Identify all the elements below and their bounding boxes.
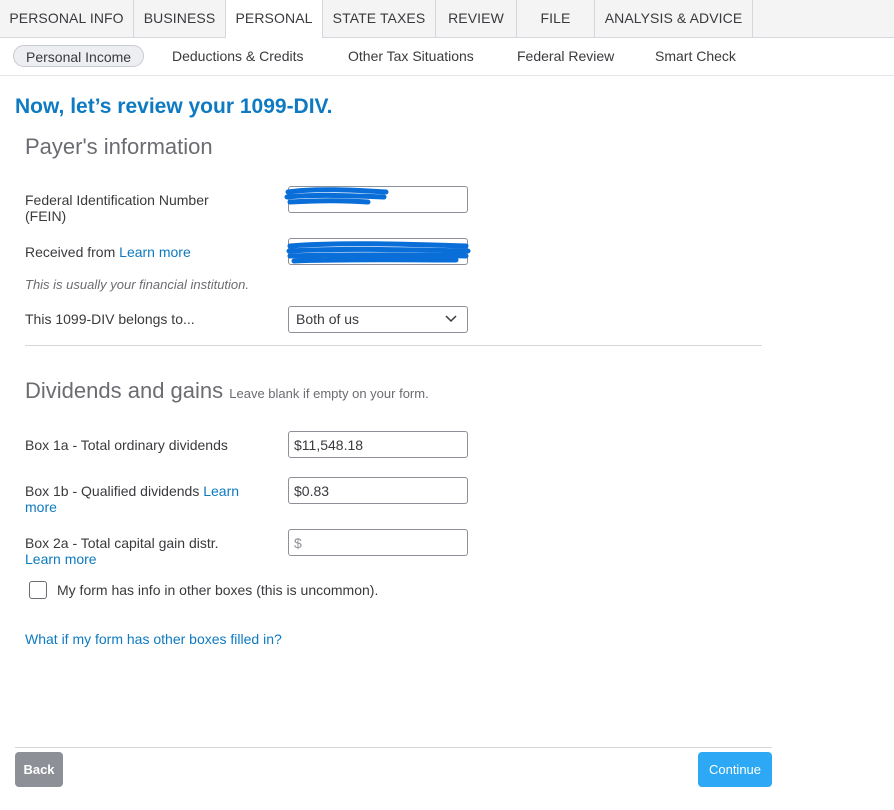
top-navigation: PERSONAL INFO BUSINESS PERSONAL STATE TA… [0, 0, 894, 38]
chevron-down-icon [445, 315, 457, 323]
box2a-learn-more-link[interactable]: Learn more [25, 551, 219, 567]
fein-label: Federal Identification Number (FEIN) [25, 192, 209, 224]
other-boxes-checkbox[interactable] [29, 581, 47, 599]
box1b-learn-more-link-continued[interactable]: more [25, 499, 275, 515]
box2a-input[interactable] [288, 529, 468, 556]
tab-analysis-advice[interactable]: ANALYSIS & ADVICE [595, 0, 753, 37]
fein-input[interactable] [288, 186, 468, 213]
received-from-text: Received from [25, 244, 116, 260]
other-boxes-help-link[interactable]: What if my form has other boxes filled i… [25, 631, 282, 647]
subtab-personal-income[interactable]: Personal Income [13, 45, 145, 67]
page-title: Now, let’s review your 1099-DIV. [15, 95, 333, 118]
box2a-label: Box 2a - Total capital gain distr. Learn… [25, 535, 219, 567]
subtab-federal-review[interactable]: Federal Review [517, 45, 614, 67]
box2a-label-text: Box 2a - Total capital gain distr. [25, 535, 219, 551]
other-boxes-label[interactable]: My form has info in other boxes (this is… [57, 582, 378, 598]
dividends-section-hint: Leave blank if empty on your form. [229, 386, 429, 401]
continue-button[interactable]: Continue [698, 752, 772, 787]
tab-file[interactable]: FILE [517, 0, 595, 37]
belongs-to-select[interactable]: Both of us [288, 306, 468, 333]
subtab-deductions-credits[interactable]: Deductions & Credits [172, 45, 304, 67]
subtab-smart-check[interactable]: Smart Check [655, 45, 736, 67]
belongs-to-label: This 1099-DIV belongs to... [25, 311, 195, 327]
received-from-input[interactable] [288, 238, 468, 265]
box1b-input[interactable] [288, 477, 468, 504]
footer-divider [15, 747, 772, 748]
box1a-label: Box 1a - Total ordinary dividends [25, 437, 228, 453]
tab-review[interactable]: REVIEW [436, 0, 517, 37]
payer-section-title: Payer's information [25, 134, 213, 159]
fein-label-line2: (FEIN) [25, 208, 67, 224]
sub-navigation: Personal Income Deductions & Credits Oth… [0, 38, 894, 76]
dividends-section-title: Dividends and gains Leave blank if empty… [25, 378, 429, 404]
tab-business[interactable]: BUSINESS [134, 0, 226, 37]
fein-label-line1: Federal Identification Number [25, 192, 209, 208]
box1b-label-text: Box 1b - Qualified dividends [25, 483, 200, 499]
box1a-input[interactable] [288, 431, 468, 458]
tab-personal-info[interactable]: PERSONAL INFO [0, 0, 134, 37]
received-from-hint: This is usually your financial instituti… [25, 277, 249, 292]
received-from-label: Received from Learn more [25, 244, 191, 260]
subtab-other-tax-situations[interactable]: Other Tax Situations [348, 45, 474, 67]
tab-state-taxes[interactable]: STATE TAXES [323, 0, 436, 37]
back-button[interactable]: Back [15, 752, 63, 787]
belongs-to-value: Both of us [296, 311, 360, 327]
box1b-learn-more-link[interactable]: Learn [203, 483, 239, 499]
received-from-learn-more-link[interactable]: Learn more [119, 244, 191, 260]
dividends-title-text: Dividends and gains [25, 378, 224, 403]
section-divider [25, 345, 762, 346]
box1b-label: Box 1b - Qualified dividends Learn more [25, 483, 275, 515]
tab-personal[interactable]: PERSONAL [226, 0, 323, 38]
